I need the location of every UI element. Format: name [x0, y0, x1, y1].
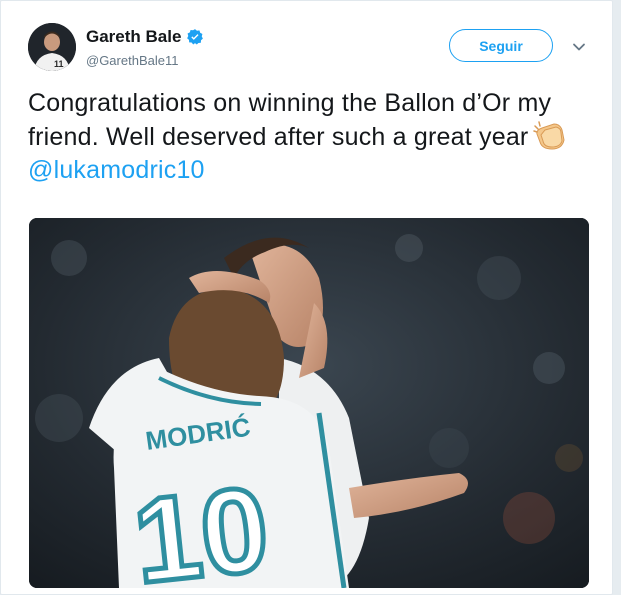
avatar[interactable]: 11 [28, 23, 76, 71]
chevron-down-icon[interactable] [569, 37, 589, 57]
avatar-jersey-number: 11 [54, 59, 64, 69]
verified-badge-icon [187, 29, 204, 45]
author-display-name[interactable]: Gareth Bale [86, 27, 181, 47]
clapping-hands-icon [533, 121, 565, 150]
players-celebrating-image: MODRIĆ 10 [29, 218, 589, 588]
tweet-text-main: Congratulations on winning the Ballon d’… [28, 89, 552, 151]
mention-link[interactable]: @lukamodric10 [28, 156, 205, 184]
author-handle[interactable]: @GarethBale11 [86, 53, 178, 68]
tweet-photo[interactable]: MODRIĆ 10 [29, 218, 589, 588]
jersey-number: 10 [128, 462, 275, 588]
author-name-row: Gareth Bale [86, 27, 204, 47]
follow-button[interactable]: Seguir [449, 29, 553, 62]
tweet-text: Congratulations on winning the Ballon d’… [28, 87, 588, 187]
tweet-card: 11 Gareth Bale @GarethBale11 Seguir Cong… [0, 0, 613, 595]
